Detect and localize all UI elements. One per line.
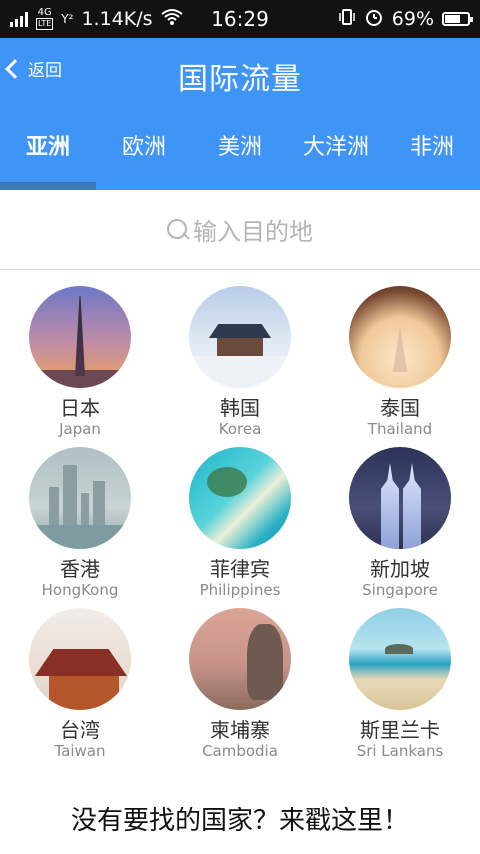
alarm-icon bbox=[364, 7, 384, 32]
battery-percent: 69% bbox=[391, 8, 434, 30]
singapore-photo bbox=[349, 447, 451, 549]
network-sub: LTE bbox=[36, 18, 54, 30]
region-tabs: 亚洲 欧洲 美洲 大洋洲 非洲 bbox=[0, 114, 480, 176]
country-name-en: HongKong bbox=[41, 581, 119, 599]
country-name-en: Korea bbox=[218, 420, 262, 438]
page-title: 国际流量 bbox=[178, 62, 302, 97]
missing-country-link[interactable]: 没有要找的国家？来戳这里！ bbox=[0, 800, 480, 837]
tab-selected-indicator bbox=[0, 182, 96, 190]
tab-oceania[interactable]: 大洋洲 bbox=[288, 114, 384, 176]
battery-icon bbox=[442, 12, 473, 26]
taiwan-photo bbox=[29, 608, 131, 710]
country-name-en: Japan bbox=[59, 420, 101, 438]
tab-africa[interactable]: 非洲 bbox=[384, 114, 480, 176]
country-name-en: Thailand bbox=[367, 420, 433, 438]
status-left: 4G LTE Y² 1.14K/s bbox=[10, 8, 183, 31]
country-name: 泰国 bbox=[380, 396, 420, 420]
country-name: 台湾 bbox=[60, 718, 100, 742]
search-icon bbox=[167, 218, 190, 241]
tab-europe[interactable]: 欧洲 bbox=[96, 114, 192, 176]
country-name: 新加坡 bbox=[370, 557, 430, 581]
japan-photo bbox=[29, 286, 131, 388]
status-bar: 4G LTE Y² 1.14K/s 16:29 69% bbox=[0, 0, 480, 38]
battery-fill bbox=[445, 15, 460, 23]
signal-icon bbox=[10, 11, 28, 27]
search-placeholder: 输入目的地 bbox=[193, 218, 313, 246]
country-name-en: Cambodia bbox=[202, 742, 278, 760]
country-name-en: Singapore bbox=[362, 581, 438, 599]
country-name-en: Taiwan bbox=[54, 742, 106, 760]
clock-time: 16:29 bbox=[211, 7, 269, 31]
country-japan[interactable]: 日本 Japan bbox=[0, 280, 160, 441]
country-cambodia[interactable]: 柬埔寨 Cambodia bbox=[160, 602, 320, 763]
country-hongkong[interactable]: 香港 HongKong bbox=[0, 441, 160, 602]
tab-asia[interactable]: 亚洲 bbox=[0, 114, 96, 176]
hongkong-photo bbox=[29, 447, 131, 549]
thailand-photo bbox=[349, 286, 451, 388]
country-name: 斯里兰卡 bbox=[360, 718, 440, 742]
country-philippines[interactable]: 菲律宾 Philippines bbox=[160, 441, 320, 602]
country-name-en: Philippines bbox=[199, 581, 281, 599]
cambodia-photo bbox=[189, 608, 291, 710]
country-grid: 日本 Japan 韩国 Korea 泰国 Thailand 香港 HongKon… bbox=[0, 280, 480, 763]
country-srilanka[interactable]: 斯里兰卡 Sri Lankans bbox=[320, 602, 480, 763]
network-type-badge: 4G LTE bbox=[36, 7, 54, 30]
sim2-no-signal-icon: Y² bbox=[61, 12, 74, 26]
country-singapore[interactable]: 新加坡 Singapore bbox=[320, 441, 480, 602]
vibrate-icon bbox=[338, 8, 356, 31]
srilanka-photo bbox=[349, 608, 451, 710]
network-type: 4G bbox=[37, 7, 52, 18]
philippines-photo bbox=[189, 447, 291, 549]
country-name-en: Sri Lankans bbox=[356, 742, 444, 760]
country-name: 韩国 bbox=[220, 396, 260, 420]
country-name: 香港 bbox=[60, 557, 100, 581]
status-right: 69% bbox=[338, 7, 473, 32]
wifi-icon bbox=[160, 8, 183, 31]
country-thailand[interactable]: 泰国 Thailand bbox=[320, 280, 480, 441]
country-korea[interactable]: 韩国 Korea bbox=[160, 280, 320, 441]
tab-americas[interactable]: 美洲 bbox=[192, 114, 288, 176]
country-name: 日本 bbox=[60, 396, 100, 420]
country-taiwan[interactable]: 台湾 Taiwan bbox=[0, 602, 160, 763]
country-name: 菲律宾 bbox=[210, 557, 270, 581]
country-name: 柬埔寨 bbox=[210, 718, 270, 742]
header: 返回 国际流量 亚洲 欧洲 美洲 大洋洲 非洲 bbox=[0, 38, 480, 190]
network-speed: 1.14K/s bbox=[81, 8, 153, 30]
search-input[interactable]: 输入目的地 bbox=[0, 190, 480, 270]
korea-photo bbox=[189, 286, 291, 388]
